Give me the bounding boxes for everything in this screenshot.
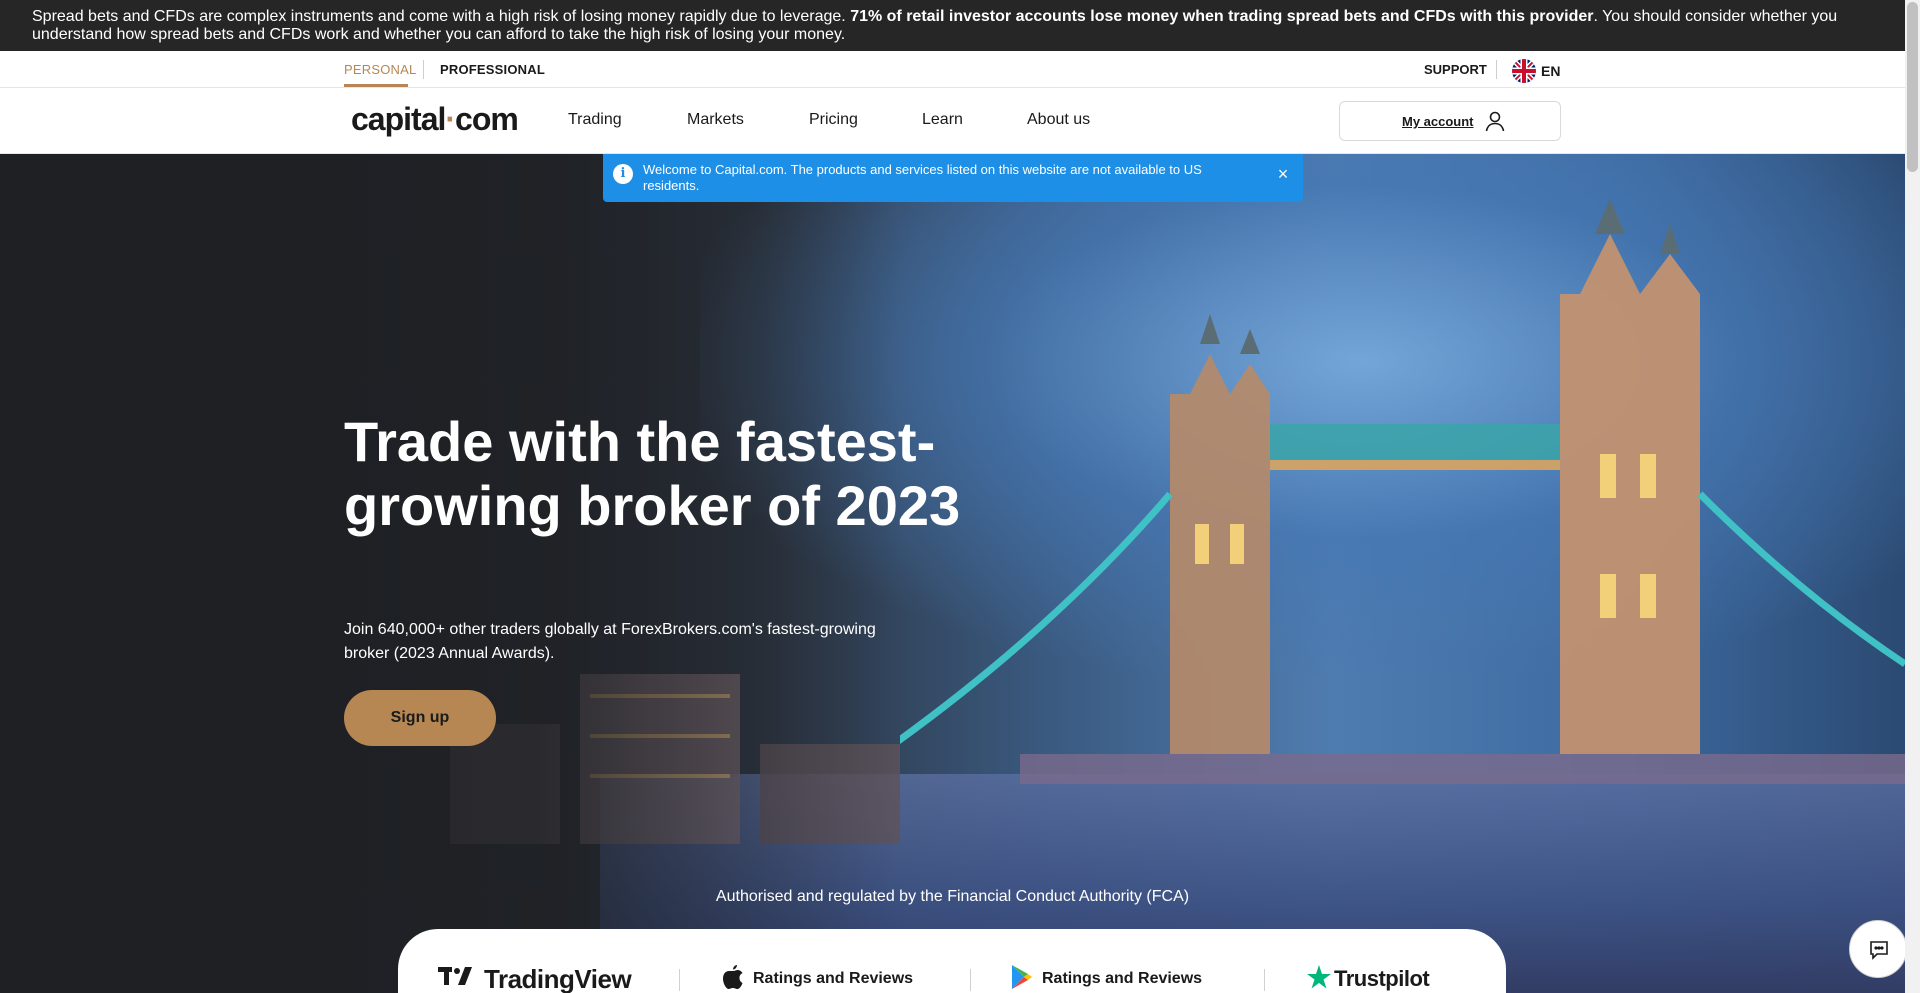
top-strip: PERSONAL PROFESSIONAL SUPPORT EN bbox=[0, 51, 1905, 88]
tower-bridge-illustration bbox=[900, 199, 1905, 784]
hero-subtitle: Join 640,000+ other traders globally at … bbox=[344, 621, 876, 662]
google-play-rating-label: Ratings and Reviews bbox=[1042, 970, 1203, 987]
notice-text: Welcome to Capital.com. The products and… bbox=[643, 162, 1202, 193]
chat-button[interactable] bbox=[1849, 920, 1905, 978]
tab-professional[interactable]: PROFESSIONAL bbox=[440, 62, 545, 77]
utility-divider bbox=[1496, 60, 1497, 79]
user-icon bbox=[1484, 110, 1506, 132]
logo-text-right: com bbox=[455, 101, 519, 137]
apple-icon bbox=[723, 964, 743, 993]
tradingview-rating[interactable]: TradingView bbox=[438, 963, 632, 993]
hero-section: i Welcome to Capital.com. The products a… bbox=[0, 154, 1905, 993]
risk-warning-bar: Spread bets and CFDs are complex instrum… bbox=[0, 0, 1920, 51]
chat-icon bbox=[1867, 938, 1891, 967]
hero-left-overlay bbox=[0, 154, 900, 993]
language-selector[interactable]: EN bbox=[1541, 63, 1560, 79]
risk-warning-emphasis: 71% of retail investor accounts lose mon… bbox=[850, 8, 1594, 25]
ratings-divider bbox=[970, 969, 971, 991]
risk-warning-text: Spread bets and CFDs are complex instrum… bbox=[32, 8, 851, 25]
nav-about-us[interactable]: About us bbox=[1027, 111, 1090, 129]
tradingview-label: TradingView bbox=[484, 963, 632, 993]
tradingview-logo-icon bbox=[438, 965, 476, 993]
info-icon: i bbox=[613, 164, 633, 184]
my-account-label: My account bbox=[1402, 114, 1474, 129]
ratings-divider bbox=[679, 969, 680, 991]
nav-trading[interactable]: Trading bbox=[568, 111, 622, 129]
us-residents-notice: i Welcome to Capital.com. The products a… bbox=[603, 154, 1303, 202]
fca-regulation-note: Authorised and regulated by the Financia… bbox=[715, 888, 1190, 905]
tab-personal-active-indicator bbox=[344, 84, 408, 87]
logo-text-left: capital bbox=[351, 101, 446, 137]
support-link[interactable]: SUPPORT bbox=[1424, 62, 1487, 77]
google-play-icon bbox=[1012, 964, 1032, 993]
hero-title: Trade with the fastest-growing broker of… bbox=[344, 410, 961, 537]
main-header: capital·com Trading Markets Pricing Lear… bbox=[0, 88, 1905, 154]
nav-pricing[interactable]: Pricing bbox=[809, 111, 858, 129]
scrollbar-thumb[interactable] bbox=[1907, 2, 1918, 172]
ratings-card: TradingView Ratings and Reviews Ratings … bbox=[398, 929, 1506, 993]
google-play-rating[interactable]: Ratings and Reviews bbox=[1012, 964, 1203, 993]
uk-flag-icon[interactable] bbox=[1512, 59, 1536, 83]
sign-up-button[interactable]: Sign up bbox=[344, 690, 496, 746]
ratings-divider bbox=[1264, 969, 1265, 991]
segment-divider bbox=[423, 60, 424, 79]
close-icon[interactable]: × bbox=[1273, 164, 1293, 184]
logo-dot: · bbox=[445, 101, 456, 137]
nav-markets[interactable]: Markets bbox=[687, 111, 744, 129]
apple-rating[interactable]: Ratings and Reviews bbox=[723, 964, 914, 993]
page-scrollbar[interactable] bbox=[1905, 0, 1920, 993]
my-account-button[interactable]: My account bbox=[1339, 101, 1561, 141]
tab-personal[interactable]: PERSONAL bbox=[344, 62, 416, 77]
nav-learn[interactable]: Learn bbox=[922, 111, 963, 129]
capital-com-logo[interactable]: capital·com bbox=[351, 101, 519, 138]
trustpilot-star-icon bbox=[1306, 964, 1332, 993]
trustpilot-rating[interactable]: Trustpilot bbox=[1306, 964, 1430, 993]
apple-rating-label: Ratings and Reviews bbox=[753, 970, 914, 987]
trustpilot-label: Trustpilot bbox=[1334, 966, 1430, 991]
